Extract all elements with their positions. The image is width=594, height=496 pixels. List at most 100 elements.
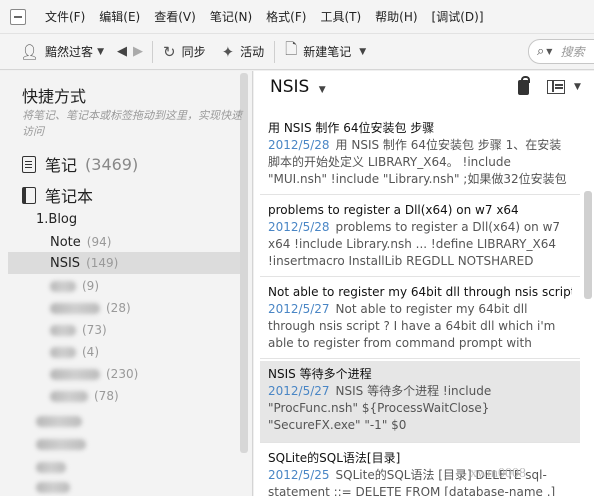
note-snippet: 2012/5/27 NSIS 等待多个进程 !include "ProcFunc.… — [268, 383, 572, 434]
note-list-panel: NSIS ▼ ▼ 用 NSIS 制作 64位安装包 步骤 2012/5/28 用 … — [254, 71, 594, 496]
note-item[interactable]: problems to register a Dll(x64) on w7 x6… — [260, 197, 580, 277]
notebook-stack[interactable] — [0, 476, 240, 496]
new-note-label: 新建笔记 — [303, 45, 352, 59]
shortcuts-title[interactable]: 快捷方式 — [22, 83, 86, 107]
menu-format[interactable]: 格式(F) — [259, 8, 313, 25]
notebooks-label: 笔记本 — [45, 187, 94, 206]
search-input[interactable]: ⌕ ▼ 搜索 — [528, 39, 594, 64]
note-snippet: 2012/5/28 problems to register a Dll(x64)… — [268, 219, 572, 270]
blurred-name — [36, 438, 86, 450]
notebook-count: (9) — [82, 279, 99, 293]
menu-note[interactable]: 笔记(N) — [203, 8, 259, 25]
notebook-item[interactable]: (9) — [0, 275, 240, 297]
notebook-title: NSIS — [270, 77, 310, 97]
chevron-down-icon[interactable]: ▼ — [546, 47, 552, 56]
satellite-icon: ✦ — [221, 42, 235, 61]
note-date: 2012/5/27 — [268, 302, 330, 316]
menu-edit[interactable]: 编辑(E) — [92, 8, 147, 25]
blurred-name — [50, 302, 100, 314]
back-arrow-icon[interactable]: ◀ — [114, 44, 130, 59]
menu-debug[interactable]: [调试(D)] — [425, 8, 491, 25]
stack-name: 1.Blog — [36, 211, 78, 227]
menu-help[interactable]: 帮助(H) — [368, 8, 424, 25]
menu-file[interactable]: 文件(F) — [38, 8, 92, 25]
sync-button[interactable]: ↻ 同步 — [159, 38, 210, 66]
note-title: problems to register a Dll(x64) on w7 x6… — [268, 203, 519, 217]
note-item[interactable]: SQLite的SQL语法[目录] 2012/5/25 SQLite的SQL语法 [… — [260, 445, 580, 496]
app-icon[interactable] — [10, 8, 26, 25]
notebook-count: (230) — [106, 367, 139, 381]
notebook-icon — [22, 186, 36, 204]
menu-view[interactable]: 查看(V) — [147, 8, 203, 25]
note-date: 2012/5/27 — [268, 384, 330, 398]
notebook-count: (149) — [86, 256, 119, 270]
toolbar-divider — [274, 40, 276, 63]
notes-count: (3469) — [85, 154, 139, 174]
note-item-selected[interactable]: NSIS 等待多个进程 2012/5/27 NSIS 等待多个进程 !includ… — [260, 361, 580, 443]
note-title: SQLite的SQL语法[目录] — [268, 451, 401, 465]
menu-bar: 文件(F) 编辑(E) 查看(V) 笔记(N) 格式(F) 工具(T) 帮助(H… — [0, 0, 594, 34]
watermark: xwm0008 — [470, 466, 526, 481]
note-snippet: 2012/5/28 用 NSIS 制作 64位安装包 步骤 1、在安装脚本的开始处… — [268, 137, 572, 188]
note-title: Not able to register my 64bit dll throug… — [268, 285, 572, 299]
blurred-name — [50, 390, 88, 402]
menu-tools[interactable]: 工具(T) — [313, 8, 368, 25]
notebook-item-selected[interactable]: NSIS (149) — [8, 252, 240, 274]
toolbar: 👤︎ 黯然过客 ▼ ◀ ▶ ↻ 同步 ✦ 活动 🗋︎ 新建笔记 ▼ ⌕ ▼ 搜索 — [0, 34, 594, 70]
note-snippet: 2012/5/25 SQLite的SQL语法 [目录] DELETE sql-st… — [268, 467, 572, 496]
notes-label: 笔记 — [45, 156, 78, 175]
note-item[interactable]: 用 NSIS 制作 64位安装包 步骤 2012/5/28 用 NSIS 制作 6… — [260, 115, 580, 195]
notebook-item[interactable]: (73) — [0, 319, 240, 341]
notebook-stack[interactable]: 1.Blog — [0, 208, 240, 230]
notebook-item[interactable]: (28) — [0, 297, 240, 319]
notes-item[interactable]: 笔记 (3469) — [22, 152, 138, 176]
account-button[interactable]: 👤︎ 黯然过客 ▼ — [16, 38, 108, 66]
note-item[interactable]: Not able to register my 64bit dll throug… — [260, 279, 580, 359]
user-icon: 👤︎ — [20, 42, 40, 61]
blurred-name — [36, 461, 66, 473]
sync-label: 同步 — [181, 45, 206, 59]
blurred-name — [36, 481, 70, 493]
notebook-count: (28) — [106, 301, 131, 315]
blurred-name — [50, 324, 76, 336]
toolbar-divider — [151, 40, 153, 63]
blurred-name — [36, 415, 82, 427]
blurred-name — [50, 368, 100, 380]
chevron-down-icon: ▼ — [318, 85, 326, 95]
note-title: NSIS 等待多个进程 — [268, 367, 372, 381]
sync-icon: ↻ — [162, 42, 176, 61]
forward-arrow-icon[interactable]: ▶ — [130, 44, 146, 59]
view-options-icon[interactable] — [547, 80, 565, 94]
notebook-stack[interactable] — [0, 410, 240, 432]
notebook-name: NSIS — [50, 255, 81, 271]
search-placeholder: 搜索 — [560, 45, 585, 59]
notebook-count: (94) — [86, 235, 112, 249]
note-icon — [22, 155, 36, 173]
activity-button[interactable]: ✦ 活动 — [218, 38, 269, 66]
notebook-stack[interactable] — [0, 433, 240, 455]
notebook-title-button[interactable]: NSIS ▼ — [270, 77, 326, 97]
account-label: 黯然过客 — [45, 45, 94, 59]
notebooks-item[interactable]: 笔记本 — [22, 183, 93, 207]
notebook-stack[interactable] — [0, 456, 240, 478]
activity-label: 活动 — [240, 45, 265, 59]
scrollbar[interactable] — [584, 191, 592, 299]
lock-icon[interactable] — [518, 76, 530, 95]
notebook-count: (4) — [82, 345, 99, 359]
note-date: 2012/5/25 — [268, 468, 330, 482]
notebook-item[interactable]: (78) — [0, 385, 240, 407]
blurred-name — [50, 280, 76, 292]
shortcuts-hint: 将笔记、笔记本或标签拖动到这里，实现快速访问 — [22, 109, 242, 138]
new-note-button[interactable]: 🗋︎ 新建笔记 ▼ — [281, 38, 370, 66]
chevron-down-icon: ▼ — [97, 46, 104, 57]
chevron-down-icon[interactable]: ▼ — [359, 47, 366, 57]
notebook-name: Note — [50, 234, 81, 250]
notebook-item[interactable]: (230) — [0, 363, 240, 385]
blurred-name — [50, 346, 76, 358]
new-note-icon: 🗋︎ — [285, 40, 298, 58]
notebook-item[interactable]: (4) — [0, 341, 240, 363]
chevron-down-icon[interactable]: ▼ — [574, 82, 581, 92]
left-panel: 快捷方式 将笔记、笔记本或标签拖动到这里，实现快速访问 笔记 (3469) 笔记… — [0, 71, 253, 496]
notebook-count: (78) — [94, 389, 119, 403]
notebook-item[interactable]: Note (94) — [0, 231, 240, 253]
